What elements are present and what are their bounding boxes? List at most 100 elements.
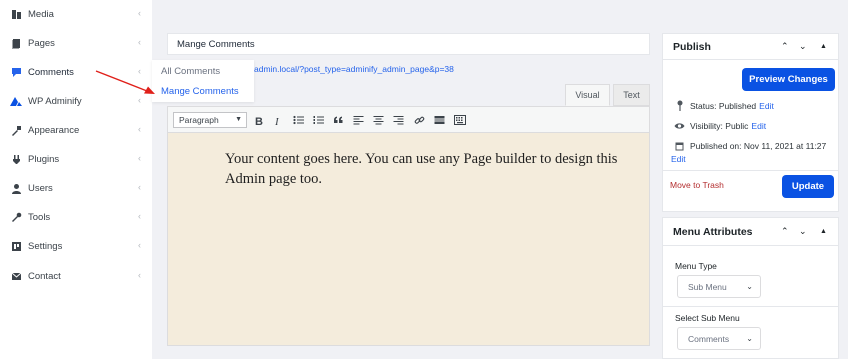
tab-text[interactable]: Text xyxy=(613,84,650,106)
sidebar-item-appearance[interactable]: Appearance ‹ xyxy=(0,116,152,144)
publish-panel: Publish ⌃ ⌄ ▲ Preview Changes Status: Pu… xyxy=(662,33,839,212)
numbered-list-icon xyxy=(313,116,324,124)
sub-menu-value: Comments xyxy=(688,333,730,344)
sidebar-item-label: WP Adminify xyxy=(28,95,82,107)
chevron-left-icon: ‹ xyxy=(138,182,141,192)
chevron-left-icon: ‹ xyxy=(138,124,141,134)
menu-type-select[interactable]: Sub Menu ⌄ xyxy=(677,275,761,298)
status-row: Status: Published Edit xyxy=(674,100,774,111)
annotation-arrow xyxy=(95,70,155,94)
preview-changes-button[interactable]: Preview Changes xyxy=(742,68,835,91)
sidebar-item-plugins[interactable]: Plugins ‹ xyxy=(0,145,152,173)
bold-icon: B xyxy=(255,116,263,126)
media-icon xyxy=(10,8,22,20)
divider xyxy=(663,170,838,171)
admin-sidebar: Media ‹ Pages ‹ Comments ‹ WP Adminify ‹… xyxy=(0,0,152,359)
read-more-button[interactable] xyxy=(431,111,447,129)
bullet-list-button[interactable] xyxy=(290,111,306,129)
eye-icon xyxy=(674,122,685,130)
chevron-left-icon: ‹ xyxy=(138,37,141,47)
sidebar-item-label: Settings xyxy=(28,240,63,252)
editor-toolbar: Paragraph ▼ B I xyxy=(168,107,649,133)
adminify-icon xyxy=(10,95,22,107)
move-to-trash-link[interactable]: Move to Trash xyxy=(670,180,724,190)
sub-menu-label: Select Sub Menu xyxy=(675,313,740,323)
status-label: Status: Published xyxy=(690,100,757,111)
collapse-toggle-icon[interactable]: ▲ xyxy=(820,228,827,235)
visibility-label: Visibility: Public xyxy=(690,121,749,131)
align-center-icon xyxy=(373,116,383,125)
edit-date-link[interactable]: Edit xyxy=(671,154,686,164)
menu-attributes-panel: Menu Attributes ⌃ ⌄ ▲ Menu Type Sub Menu… xyxy=(662,217,839,359)
blockquote-button[interactable] xyxy=(330,111,346,129)
menu-attributes-title: Menu Attributes xyxy=(663,218,838,246)
sidebar-item-label: Appearance xyxy=(28,124,80,136)
toolbar-toggle-button[interactable] xyxy=(452,111,468,129)
sub-menu-select[interactable]: Comments ⌄ xyxy=(677,327,761,350)
published-on-label: Published on: Nov 11, 2021 at 11:27 xyxy=(690,141,827,151)
divider xyxy=(663,306,838,307)
sidebar-item-users[interactable]: Users ‹ xyxy=(0,174,152,202)
format-select[interactable]: Paragraph ▼ xyxy=(173,112,247,128)
chevron-up-icon[interactable]: ⌃ xyxy=(781,41,789,52)
sidebar-item-pages[interactable]: Pages ‹ xyxy=(0,29,152,57)
numbered-list-button[interactable] xyxy=(310,111,326,129)
visibility-row: Visibility: Public Edit xyxy=(674,121,766,131)
menu-type-value: Sub Menu xyxy=(688,281,727,292)
title-input[interactable]: Mange Comments xyxy=(167,33,650,55)
bullet-list-icon xyxy=(292,115,304,125)
align-right-button[interactable] xyxy=(390,111,406,129)
sidebar-item-label: Tools xyxy=(28,211,51,223)
tab-visual[interactable]: Visual xyxy=(565,84,610,106)
settings-icon xyxy=(10,240,22,252)
sidebar-item-contact[interactable]: Contact ‹ xyxy=(0,262,152,290)
align-center-button[interactable] xyxy=(370,111,386,129)
menu-type-label: Menu Type xyxy=(675,261,717,271)
tools-icon xyxy=(10,211,22,223)
caret-down-icon: ▼ xyxy=(235,116,242,123)
svg-text:I: I xyxy=(274,116,280,126)
collapse-toggle-icon[interactable]: ▲ xyxy=(820,43,827,50)
comments-icon xyxy=(10,66,22,78)
flyout-item-mange-comments[interactable]: Mange Comments xyxy=(161,86,239,97)
pages-icon xyxy=(10,37,22,49)
chevron-up-icon[interactable]: ⌃ xyxy=(781,226,789,237)
align-left-button[interactable] xyxy=(350,111,366,129)
flyout-item-all-comments[interactable]: All Comments xyxy=(161,66,220,77)
sidebar-item-media[interactable]: Media ‹ xyxy=(0,0,152,28)
chevron-left-icon: ‹ xyxy=(138,8,141,18)
pin-icon xyxy=(674,100,685,111)
read-more-icon xyxy=(434,116,444,124)
permalink-link[interactable]: admin.local/?post_type=adminify_admin_pa… xyxy=(254,64,454,74)
users-icon xyxy=(10,182,22,194)
chevron-left-icon: ‹ xyxy=(138,270,141,280)
link-icon xyxy=(414,116,424,124)
published-on-row: Published on: Nov 11, 2021 at 11:27 xyxy=(674,141,826,151)
update-button[interactable]: Update xyxy=(782,175,834,198)
sidebar-item-label: Contact xyxy=(28,270,61,282)
sidebar-item-settings[interactable]: Settings ‹ xyxy=(0,232,152,260)
chevron-left-icon: ‹ xyxy=(138,211,141,221)
align-left-icon xyxy=(353,116,363,125)
plugins-icon xyxy=(10,153,22,165)
insert-link-button[interactable] xyxy=(411,111,427,129)
svg-text:B: B xyxy=(255,116,263,126)
publish-panel-title: Publish xyxy=(663,34,838,60)
sidebar-item-label: Plugins xyxy=(28,153,60,165)
chevron-down-icon[interactable]: ⌄ xyxy=(799,41,807,52)
edit-visibility-link[interactable]: Edit xyxy=(751,121,766,131)
contact-icon xyxy=(10,270,22,282)
chevron-left-icon: ‹ xyxy=(138,240,141,250)
chevron-down-icon[interactable]: ⌄ xyxy=(799,226,807,237)
edit-status-link[interactable]: Edit xyxy=(759,101,774,111)
calendar-icon xyxy=(674,141,685,151)
italic-button[interactable]: I xyxy=(270,111,286,129)
bold-button[interactable]: B xyxy=(251,111,267,129)
sidebar-item-label: Pages xyxy=(28,37,55,49)
format-select-value: Paragraph xyxy=(179,115,219,125)
editor-content[interactable]: Your content goes here. You can use any … xyxy=(225,149,625,189)
sidebar-item-tools[interactable]: Tools ‹ xyxy=(0,203,152,231)
chevron-left-icon: ‹ xyxy=(138,153,141,163)
comments-flyout-menu: All Comments Mange Comments xyxy=(152,60,254,102)
chevron-down-icon: ⌄ xyxy=(746,282,753,291)
